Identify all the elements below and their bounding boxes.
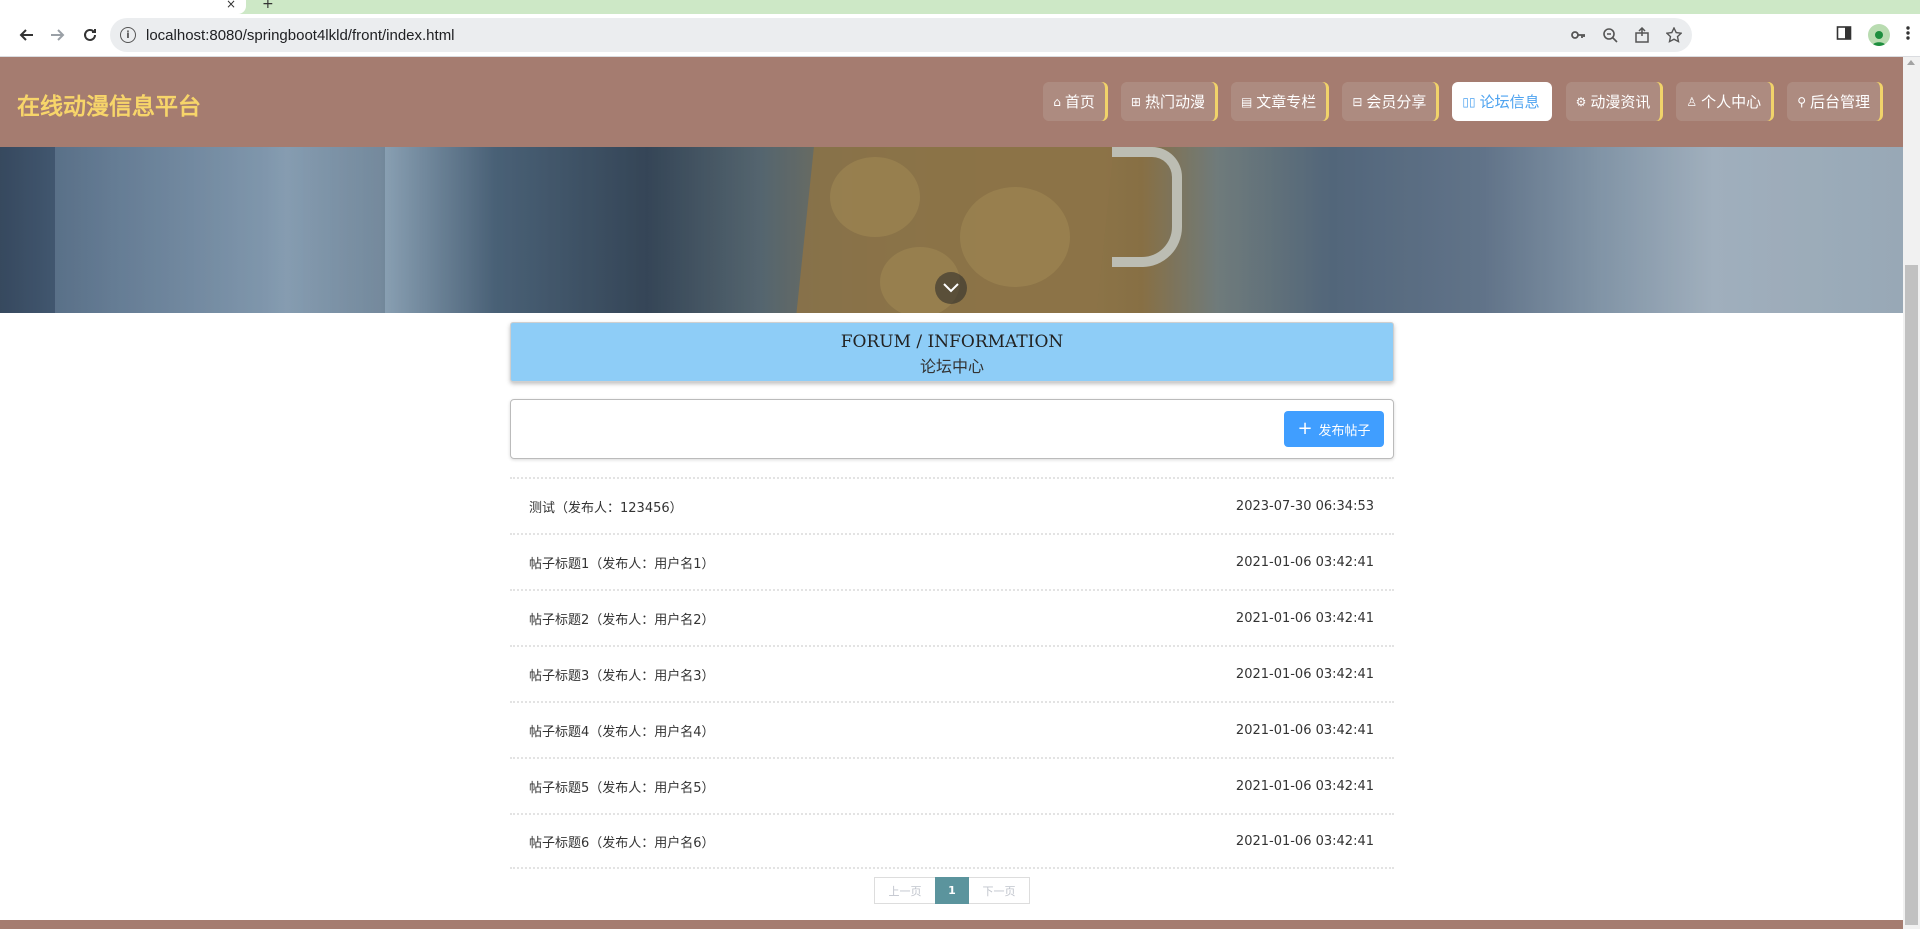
- grid-icon: ⊞: [1130, 94, 1141, 109]
- kebab-menu-icon[interactable]: [1906, 25, 1910, 45]
- tab-close-icon[interactable]: ×: [226, 0, 236, 11]
- browser-tab[interactable]: ×: [0, 0, 246, 14]
- home-icon: ⌂: [1053, 94, 1061, 109]
- reload-icon[interactable]: [74, 19, 106, 51]
- gift-icon: ⊟: [1352, 94, 1363, 109]
- pagination: 上一页 1 下一页: [874, 877, 1030, 904]
- side-panel-icon[interactable]: [1836, 25, 1852, 45]
- nav-item-forum[interactable]: ▯▯ 论坛信息: [1452, 82, 1552, 121]
- nav-label: 热门动漫: [1144, 93, 1205, 111]
- post-row[interactable]: 测试（发布人：123456） 2023-07-30 06:34:53: [510, 477, 1394, 533]
- post-time: 2021-01-06 03:42:41: [1235, 554, 1374, 570]
- address-bar[interactable]: i localhost:8080/springboot4lkld/front/i…: [110, 18, 1692, 52]
- zoom-icon[interactable]: [1602, 27, 1618, 43]
- nav-label: 个人中心: [1701, 93, 1762, 111]
- browser-tabstrip: × +: [0, 0, 1920, 14]
- banner-image: [0, 147, 1903, 313]
- section-title-cn: 论坛中心: [919, 357, 984, 376]
- post-list: 测试（发布人：123456） 2023-07-30 06:34:53 帖子标题1…: [510, 477, 1394, 869]
- post-title[interactable]: 帖子标题6（发布人：用户名6）: [529, 832, 715, 851]
- scrollbar-thumb[interactable]: [1905, 265, 1918, 925]
- nav-label: 会员分享: [1366, 93, 1427, 111]
- scroll-down-chevron-icon[interactable]: [935, 272, 967, 304]
- site-footer: [0, 920, 1903, 929]
- publish-post-button[interactable]: + 发布帖子: [1284, 411, 1384, 447]
- post-row[interactable]: 帖子标题5（发布人：用户名5） 2021-01-06 03:42:41: [510, 757, 1394, 813]
- forward-arrow-icon[interactable]: [42, 19, 74, 51]
- new-tab-icon[interactable]: +: [262, 0, 274, 12]
- site-header: 在线动漫信息平台 ⌂ 首页 ⊞ 热门动漫 ▤ 文章专栏 ⊟ 会员分享 ▯▯ 论坛…: [0, 57, 1903, 147]
- post-title[interactable]: 帖子标题2（发布人：用户名2）: [529, 609, 715, 628]
- post-time: 2021-01-06 03:42:41: [1235, 610, 1374, 626]
- bookmark-star-icon[interactable]: [1666, 27, 1682, 43]
- forum-action-bar: + 发布帖子: [510, 399, 1394, 459]
- user-icon: ♙: [1686, 94, 1698, 109]
- site-title: 在线动漫信息平台: [17, 94, 201, 120]
- back-arrow-icon[interactable]: [10, 19, 42, 51]
- scroll-up-arrow-icon[interactable]: [1907, 60, 1915, 65]
- nav-item-home[interactable]: ⌂ 首页: [1043, 82, 1107, 121]
- next-page-button[interactable]: 下一页: [969, 877, 1030, 904]
- link-icon: ⚲: [1797, 94, 1806, 109]
- nav-label: 首页: [1064, 93, 1095, 111]
- plus-icon: +: [1297, 418, 1313, 439]
- nav-label: 动漫资讯: [1590, 93, 1651, 111]
- post-title[interactable]: 帖子标题1（发布人：用户名1）: [529, 553, 715, 572]
- post-title[interactable]: 帖子标题5（发布人：用户名5）: [529, 777, 715, 796]
- post-row[interactable]: 帖子标题3（发布人：用户名3） 2021-01-06 03:42:41: [510, 645, 1394, 701]
- nav-item-admin[interactable]: ⚲ 后台管理: [1787, 82, 1882, 121]
- main-nav: ⌂ 首页 ⊞ 热门动漫 ▤ 文章专栏 ⊟ 会员分享 ▯▯ 论坛信息 ⚙ 动漫资讯: [1043, 82, 1882, 121]
- post-title[interactable]: 帖子标题3（发布人：用户名3）: [529, 665, 715, 684]
- nav-item-articles[interactable]: ▤ 文章专栏: [1230, 82, 1329, 121]
- section-header: FORUM / INFORMATION 论坛中心: [510, 322, 1394, 382]
- browser-toolbar: i localhost:8080/springboot4lkld/front/i…: [0, 14, 1920, 57]
- site-info-icon[interactable]: i: [120, 27, 136, 43]
- page-viewport: 在线动漫信息平台 ⌂ 首页 ⊞ 热门动漫 ▤ 文章专栏 ⊟ 会员分享 ▯▯ 论坛…: [0, 57, 1903, 929]
- post-title[interactable]: 帖子标题4（发布人：用户名4）: [529, 721, 715, 740]
- post-row[interactable]: 帖子标题1（发布人：用户名1） 2021-01-06 03:42:41: [510, 533, 1394, 589]
- post-title[interactable]: 测试（发布人：123456）: [529, 497, 683, 516]
- key-icon[interactable]: [1570, 27, 1586, 43]
- page-scrollbar[interactable]: [1903, 57, 1920, 929]
- post-row[interactable]: 帖子标题6（发布人：用户名6） 2021-01-06 03:42:41: [510, 813, 1394, 869]
- nav-item-member-share[interactable]: ⊟ 会员分享: [1342, 82, 1439, 121]
- document-icon: ▤: [1240, 94, 1253, 109]
- nav-label: 后台管理: [1809, 93, 1870, 111]
- post-time: 2023-07-30 06:34:53: [1235, 498, 1374, 514]
- nav-item-profile[interactable]: ♙ 个人中心: [1676, 82, 1774, 121]
- post-time: 2021-01-06 03:42:41: [1235, 833, 1374, 849]
- nav-item-hot-anime[interactable]: ⊞ 热门动漫: [1120, 82, 1217, 121]
- nav-item-anime-news[interactable]: ⚙ 动漫资讯: [1565, 82, 1663, 121]
- post-row[interactable]: 帖子标题4（发布人：用户名4） 2021-01-06 03:42:41: [510, 701, 1394, 757]
- nav-label: 论坛信息: [1479, 93, 1540, 111]
- post-time: 2021-01-06 03:42:41: [1235, 666, 1374, 682]
- profile-avatar-icon[interactable]: [1868, 24, 1890, 46]
- forum-icon: ▯▯: [1462, 94, 1476, 109]
- page-number-current[interactable]: 1: [935, 877, 969, 904]
- nav-label: 文章专栏: [1256, 93, 1317, 111]
- address-url[interactable]: localhost:8080/springboot4lkld/front/ind…: [146, 27, 455, 44]
- section-title-en: FORUM / INFORMATION: [840, 332, 1064, 352]
- post-time: 2021-01-06 03:42:41: [1235, 778, 1374, 794]
- share-icon[interactable]: [1634, 27, 1650, 43]
- post-time: 2021-01-06 03:42:41: [1235, 722, 1374, 738]
- publish-post-label: 发布帖子: [1318, 423, 1371, 439]
- prev-page-button[interactable]: 上一页: [874, 877, 935, 904]
- gear-icon: ⚙: [1575, 94, 1587, 109]
- post-row[interactable]: 帖子标题2（发布人：用户名2） 2021-01-06 03:42:41: [510, 589, 1394, 645]
